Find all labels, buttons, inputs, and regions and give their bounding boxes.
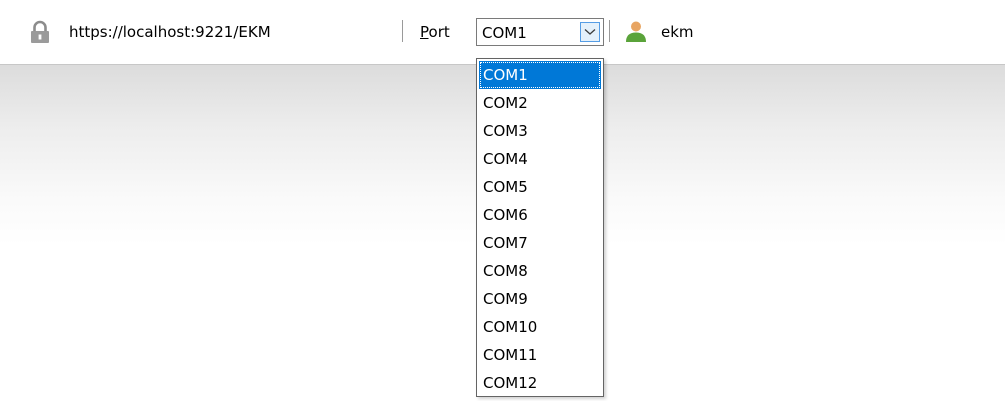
port-label-mnemonic: P (420, 23, 429, 41)
port-option-com11[interactable]: COM11 (479, 341, 601, 369)
toolbar: https://localhost:9221/EKM Port COM1 ekm (0, 0, 1005, 65)
port-option-com4[interactable]: COM4 (479, 145, 601, 173)
toolbar-row: https://localhost:9221/EKM Port COM1 ekm (0, 16, 1005, 48)
port-option-com2[interactable]: COM2 (479, 89, 601, 117)
port-label: Port (420, 22, 450, 42)
port-option-com3[interactable]: COM3 (479, 117, 601, 145)
separator (609, 20, 610, 42)
port-dropdown-list[interactable]: COM1 COM2 COM3 COM4 COM5 COM6 COM7 COM8 … (476, 58, 604, 397)
port-option-com1[interactable]: COM1 (479, 61, 601, 89)
url-text: https://localhost:9221/EKM (69, 23, 271, 41)
lock-icon (28, 20, 52, 44)
port-label-rest: ort (428, 23, 450, 41)
port-option-com12[interactable]: COM12 (479, 369, 601, 397)
port-option-com5[interactable]: COM5 (479, 173, 601, 201)
port-combobox-value: COM1 (482, 24, 527, 42)
user-name: ekm (661, 23, 694, 41)
port-option-com6[interactable]: COM6 (479, 201, 601, 229)
chevron-down-icon (584, 29, 596, 35)
port-option-com9[interactable]: COM9 (479, 285, 601, 313)
port-option-com8[interactable]: COM8 (479, 257, 601, 285)
port-option-com7[interactable]: COM7 (479, 229, 601, 257)
port-combobox[interactable]: COM1 (476, 18, 604, 46)
separator (402, 20, 403, 42)
user-icon (624, 19, 648, 43)
port-combobox-dropdown-button[interactable] (580, 22, 600, 42)
port-option-com10[interactable]: COM10 (479, 313, 601, 341)
